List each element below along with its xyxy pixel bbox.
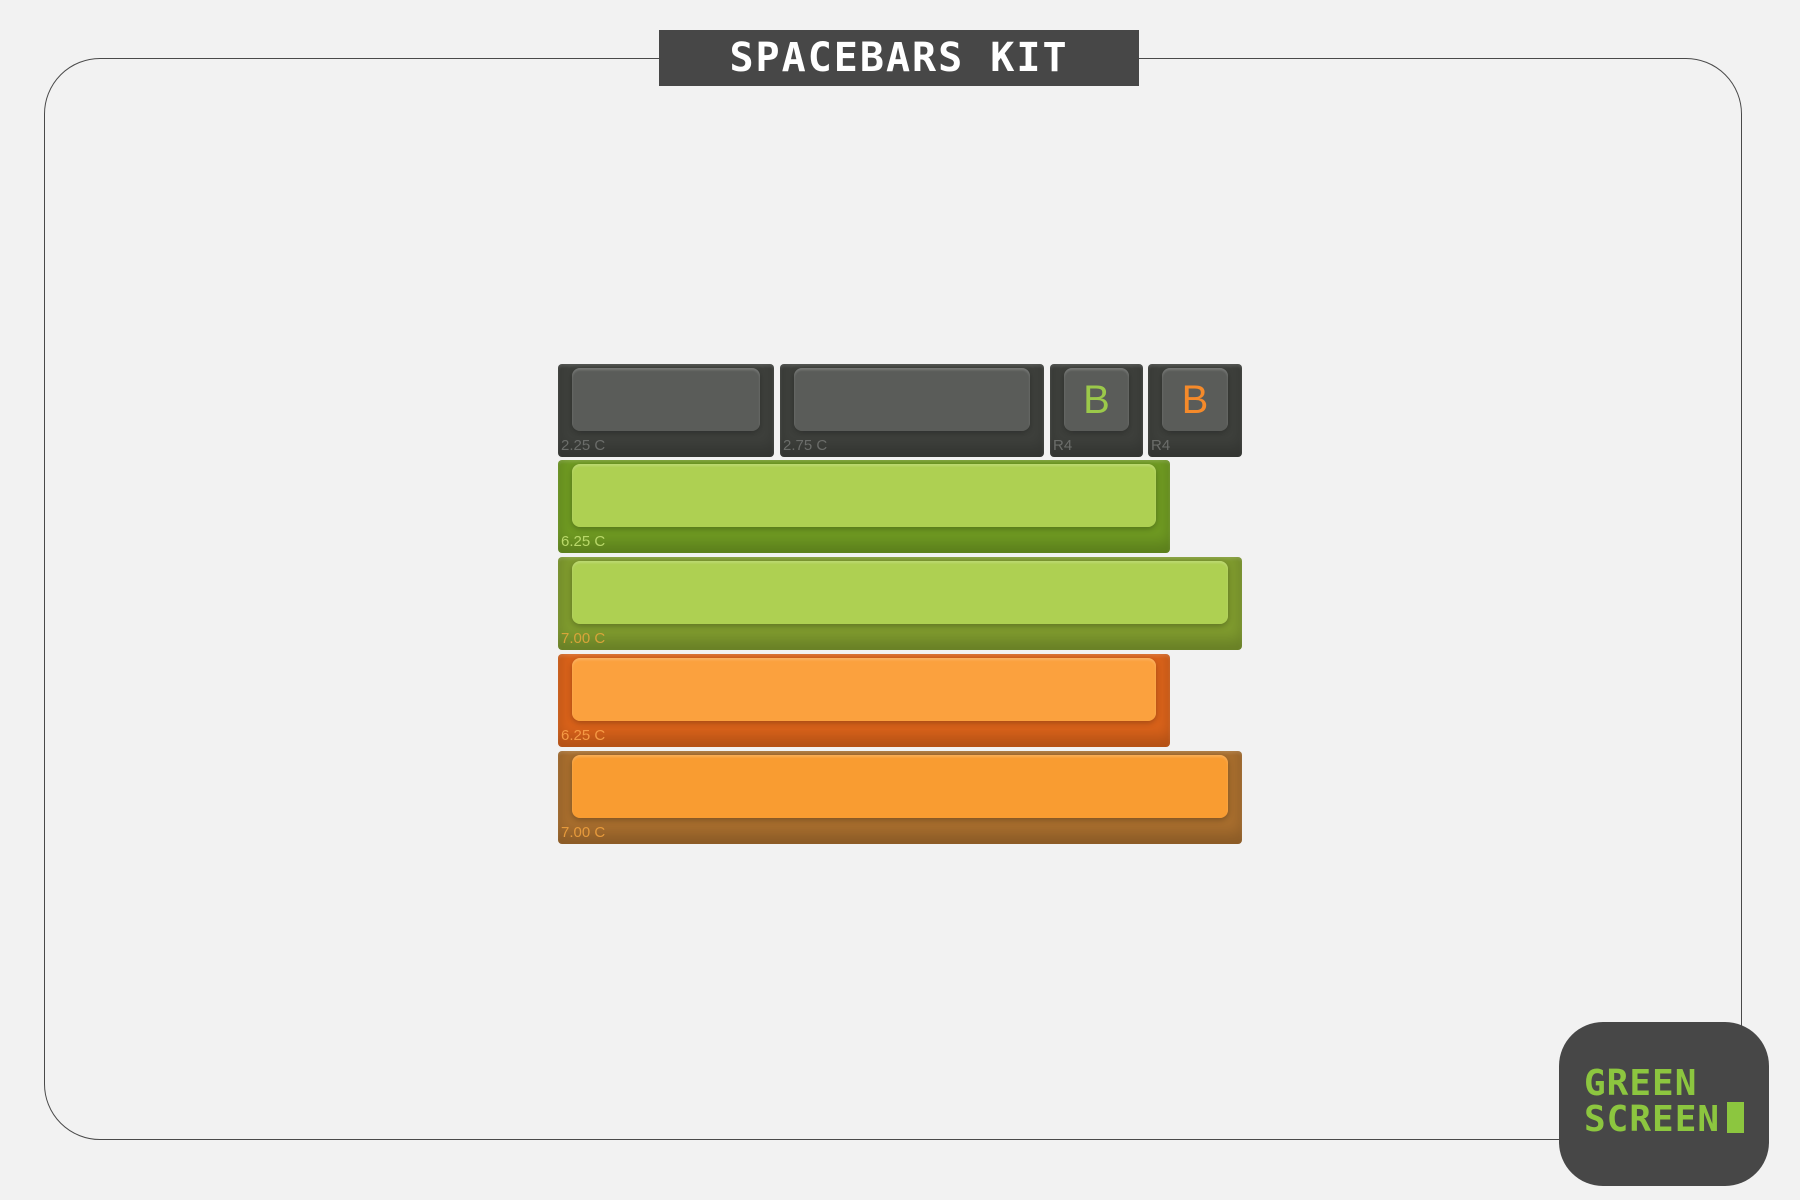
keycap: B R4 bbox=[1050, 364, 1143, 457]
keycap-size-label: 2.25 C bbox=[561, 437, 606, 454]
keycap-top-surface bbox=[572, 755, 1228, 818]
keycap: 2.25 C bbox=[558, 364, 774, 457]
cursor-block-icon bbox=[1727, 1102, 1744, 1133]
title-banner: SPACEBARS KIT bbox=[659, 30, 1139, 86]
keycap-legend: B bbox=[1181, 378, 1209, 422]
logo-card: GREEN SCREEN bbox=[1559, 1022, 1769, 1186]
keycap-legend: B bbox=[1083, 378, 1110, 422]
keycap: 6.25 C bbox=[558, 654, 1170, 747]
logo-text-green: GREEN bbox=[1584, 1063, 1698, 1104]
keycap-size-label: R4 bbox=[1053, 437, 1073, 454]
keycap: 2.75 C bbox=[780, 364, 1044, 457]
keycap-top-surface bbox=[572, 464, 1156, 527]
page-title: SPACEBARS KIT bbox=[729, 35, 1069, 81]
keycap-top-surface bbox=[572, 561, 1228, 624]
keycap: 7.00 C bbox=[558, 751, 1242, 844]
keycap-size-label: 6.25 C bbox=[561, 533, 606, 550]
keycap: B R4 bbox=[1148, 364, 1242, 457]
keycap-top-surface bbox=[794, 368, 1030, 431]
keycap-top-surface bbox=[572, 368, 760, 431]
keycap-top-surface bbox=[572, 658, 1156, 721]
keycap: 7.00 C bbox=[558, 557, 1242, 650]
keycap-size-label: 2.75 C bbox=[783, 437, 828, 454]
logo-text-screen: SCREEN bbox=[1584, 1099, 1721, 1140]
keycap-size-label: R4 bbox=[1151, 437, 1171, 454]
keycap-size-label: 7.00 C bbox=[561, 630, 606, 647]
keycap-size-label: 6.25 C bbox=[561, 727, 606, 744]
keycap-size-label: 7.00 C bbox=[561, 824, 606, 841]
keycap: 6.25 C bbox=[558, 460, 1170, 553]
